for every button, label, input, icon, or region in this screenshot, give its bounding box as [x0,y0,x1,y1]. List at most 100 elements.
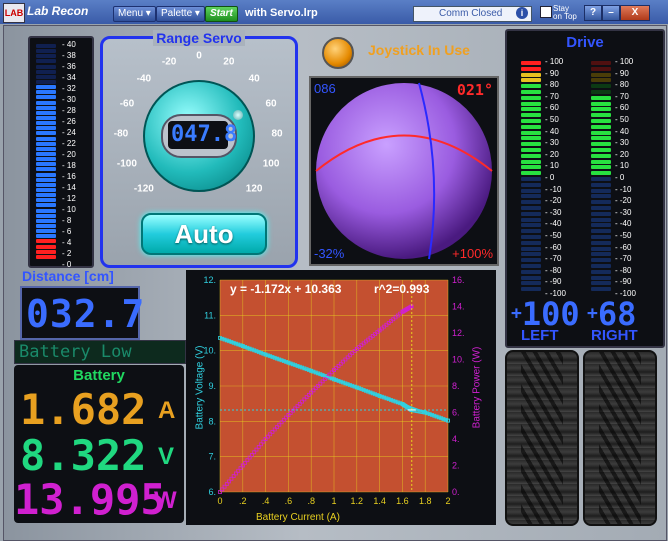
drive-scale-label: - -70 [545,254,562,264]
drive-led [591,235,611,239]
y2-tick-label: 6. [452,408,460,418]
drive-led [521,182,541,187]
drive-scale-label: - 100 [615,57,634,66]
drive-led [591,246,611,251]
dial-scale-label: -40 [136,73,152,85]
range-servo-panel: Range Servo -120 -100 -80 -60 -40 -20 0 20 40 60 8… [100,30,298,268]
distance-led [36,157,56,162]
distance-led [36,126,56,131]
drive-scale-label: - -60 [615,242,632,252]
drive-scale-label: - -50 [615,231,632,240]
distance-led [36,105,56,110]
y2-tick-label: 2. [452,461,460,471]
drive-led [591,136,611,141]
drive-title: Drive [566,34,604,51]
drive-led [591,159,611,164]
x-tick-label: 1 [331,496,336,506]
drive-led [521,200,541,205]
distance-led [36,95,56,100]
distance-value: 032.7 [26,292,146,336]
drive-scale-label: - -30 [545,207,562,217]
distance-led [36,136,56,141]
distance-led [36,208,56,213]
range-servo-display-bezel: 047.8 [161,114,237,158]
distance-led [36,254,56,259]
distance-led [36,121,56,126]
drive-led [521,153,541,158]
drive-scale-label: - -10 [615,184,632,194]
range-servo-knob[interactable]: 047.8 [143,80,255,192]
distance-scale-label: - 18 [62,161,76,170]
y-tick-label: 11. [204,310,216,320]
distance-led-column [36,44,56,260]
drive-led [521,101,541,106]
distance-scale-label: - 24 [62,128,76,137]
drive-led [521,269,541,274]
comm-status-text: Comm Closed [439,8,503,19]
palette-button[interactable]: Palette ▾ [156,6,205,22]
distance-led [36,229,56,234]
distance-led [36,64,56,69]
minimize-button[interactable]: – [602,5,620,21]
drive-led [591,119,611,123]
drive-scale-label: - 70 [545,91,559,101]
x-tick-label: 1.8 [419,496,432,506]
drive-scale-label: - -40 [615,219,632,229]
drive-scale-label: - 100 [545,57,564,66]
drive-scale-label: - 80 [545,80,559,90]
battery-chart-panel: 0 .2 .4 .6 .8 1 1.2 1.4 1.6 1.8 2 6. 7. 8. 9. 10. 11. 12.… [186,270,496,525]
distance-led [36,167,56,172]
drive-scale-label: - 10 [615,161,629,171]
distance-scale-label: - 2 [62,249,72,258]
drive-led [591,66,611,71]
distance-led [36,69,56,74]
drive-scale-label: - 50 [545,115,559,124]
knob-pointer-icon [233,110,243,120]
distance-scale-label: - 40 [62,40,76,49]
drive-led [521,107,541,112]
stay-label-line2: on Top [553,12,577,21]
help-button[interactable]: ? [584,5,602,21]
start-button[interactable]: Start [205,6,238,22]
drive-led [521,235,541,239]
distance-led [36,239,56,244]
drive-led [521,171,541,176]
y2-tick-label: 4. [452,434,460,444]
drive-scale-label: - -50 [545,231,562,240]
menu-button[interactable]: Menu ▾ [113,6,156,22]
drive-led [521,275,541,280]
drive-led [521,206,541,210]
drive-right-leds [591,61,611,293]
battery-current-value: 1.682 [20,385,147,434]
joystick-panel[interactable]: 086 021° -32% +100% [309,76,499,266]
drive-scale-label: - 30 [545,138,559,148]
joystick-top-left: 086 [314,81,336,96]
drive-led [521,142,541,147]
drive-scale-label: - -80 [545,265,562,275]
chart-y2label: Battery Power (W) [471,346,483,429]
y-tick-label: 6. [208,487,216,497]
info-icon[interactable]: i [516,7,528,19]
distance-led [36,152,56,156]
distance-scale-label: - 28 [62,106,76,115]
drive-led [591,84,611,89]
drive-led [521,217,541,222]
drive-led [521,66,541,71]
drive-right-sign: + [587,303,598,324]
drive-led [521,165,541,170]
distance-led [36,198,56,203]
range-servo-value: 047.8 [171,122,238,147]
distance-display: 032.7 [20,286,144,340]
distance-scale-label: - 38 [62,51,76,60]
dial-scale-label: 100 [262,158,280,170]
drive-led [521,258,541,263]
drive-led [591,240,611,245]
y2-tick-label: 16. [452,275,465,285]
distance-led [36,218,56,223]
auto-button[interactable]: Auto [141,213,267,255]
drive-led [521,119,541,123]
close-button[interactable]: X [620,5,650,21]
distance-led [36,193,56,198]
stay-on-top-checkbox[interactable] [540,6,552,18]
file-name: with Servo.lrp [245,7,318,19]
